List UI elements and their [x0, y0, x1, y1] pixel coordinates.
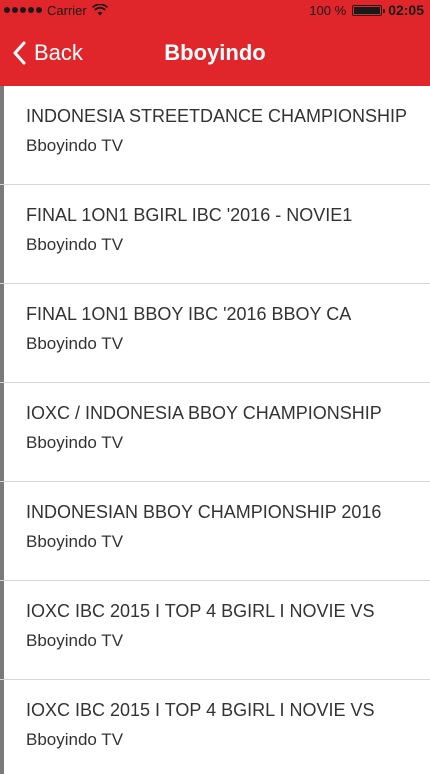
battery-level: [354, 6, 381, 14]
navigation-bar: Back Bboyindo: [0, 20, 430, 86]
list-item[interactable]: IOXC IBC 2015 I TOP 4 BGIRL I NOVIE VS Bb…: [0, 581, 430, 680]
video-title: FINAL 1ON1 BBOY IBC '2016 BBOY CA: [26, 304, 352, 324]
back-label: Back: [34, 40, 83, 65]
list-item[interactable]: INDONESIAN BBOY CHAMPIONSHIP 2016 Bboyind…: [0, 482, 430, 581]
clock: 02:05: [388, 2, 424, 18]
list-item[interactable]: INDONESIA STREETDANCE CHAMPIONSHIP Bboyin…: [0, 86, 430, 185]
channel-name: Bboyindo TV: [26, 235, 124, 254]
chevron-left-icon: [13, 41, 26, 65]
status-right: 100 % 02:05: [309, 0, 424, 20]
carrier-label: Carrier: [47, 2, 87, 18]
status-left: Carrier: [0, 3, 108, 18]
channel-name: Bboyindo TV: [26, 532, 124, 551]
battery-icon: [352, 4, 386, 16]
video-title: IOXC IBC 2015 I TOP 4 BGIRL I NOVIE VS: [26, 601, 375, 621]
video-title: INDONESIAN BBOY CHAMPIONSHIP 2016: [26, 502, 382, 522]
channel-name: Bboyindo TV: [26, 730, 124, 749]
video-list[interactable]: INDONESIA STREETDANCE CHAMPIONSHIP Bboyin…: [0, 86, 430, 774]
status-bar: Carrier 100 % 02:05: [0, 0, 430, 20]
video-title: FINAL 1ON1 BGIRL IBC '2016 - NOVIE1: [26, 205, 353, 225]
wifi-icon: [91, 4, 108, 16]
channel-name: Bboyindo TV: [26, 334, 124, 353]
battery-percent: 100 %: [309, 2, 347, 18]
back-button[interactable]: Back: [12, 20, 83, 86]
list-item[interactable]: IOXC IBC 2015 I TOP 4 BGIRL I NOVIE VS Bb…: [0, 680, 430, 774]
channel-name: Bboyindo TV: [26, 433, 124, 452]
list-item[interactable]: FINAL 1ON1 BGIRL IBC '2016 - NOVIE1 Bboyi…: [0, 185, 430, 284]
channel-name: Bboyindo TV: [26, 136, 124, 155]
video-title: INDONESIA STREETDANCE CHAMPIONSHIP: [26, 106, 408, 126]
channel-name: Bboyindo TV: [26, 631, 124, 650]
list-item[interactable]: IOXC / INDONESIA BBOY CHAMPIONSHIP Bboyin…: [0, 383, 430, 482]
signal-strength-icon: [4, 7, 42, 13]
video-title: IOXC IBC 2015 I TOP 4 BGIRL I NOVIE VS: [26, 700, 375, 720]
list-item[interactable]: FINAL 1ON1 BBOY IBC '2016 BBOY CA Bboyind…: [0, 284, 430, 383]
video-title: IOXC / INDONESIA BBOY CHAMPIONSHIP: [26, 403, 382, 423]
